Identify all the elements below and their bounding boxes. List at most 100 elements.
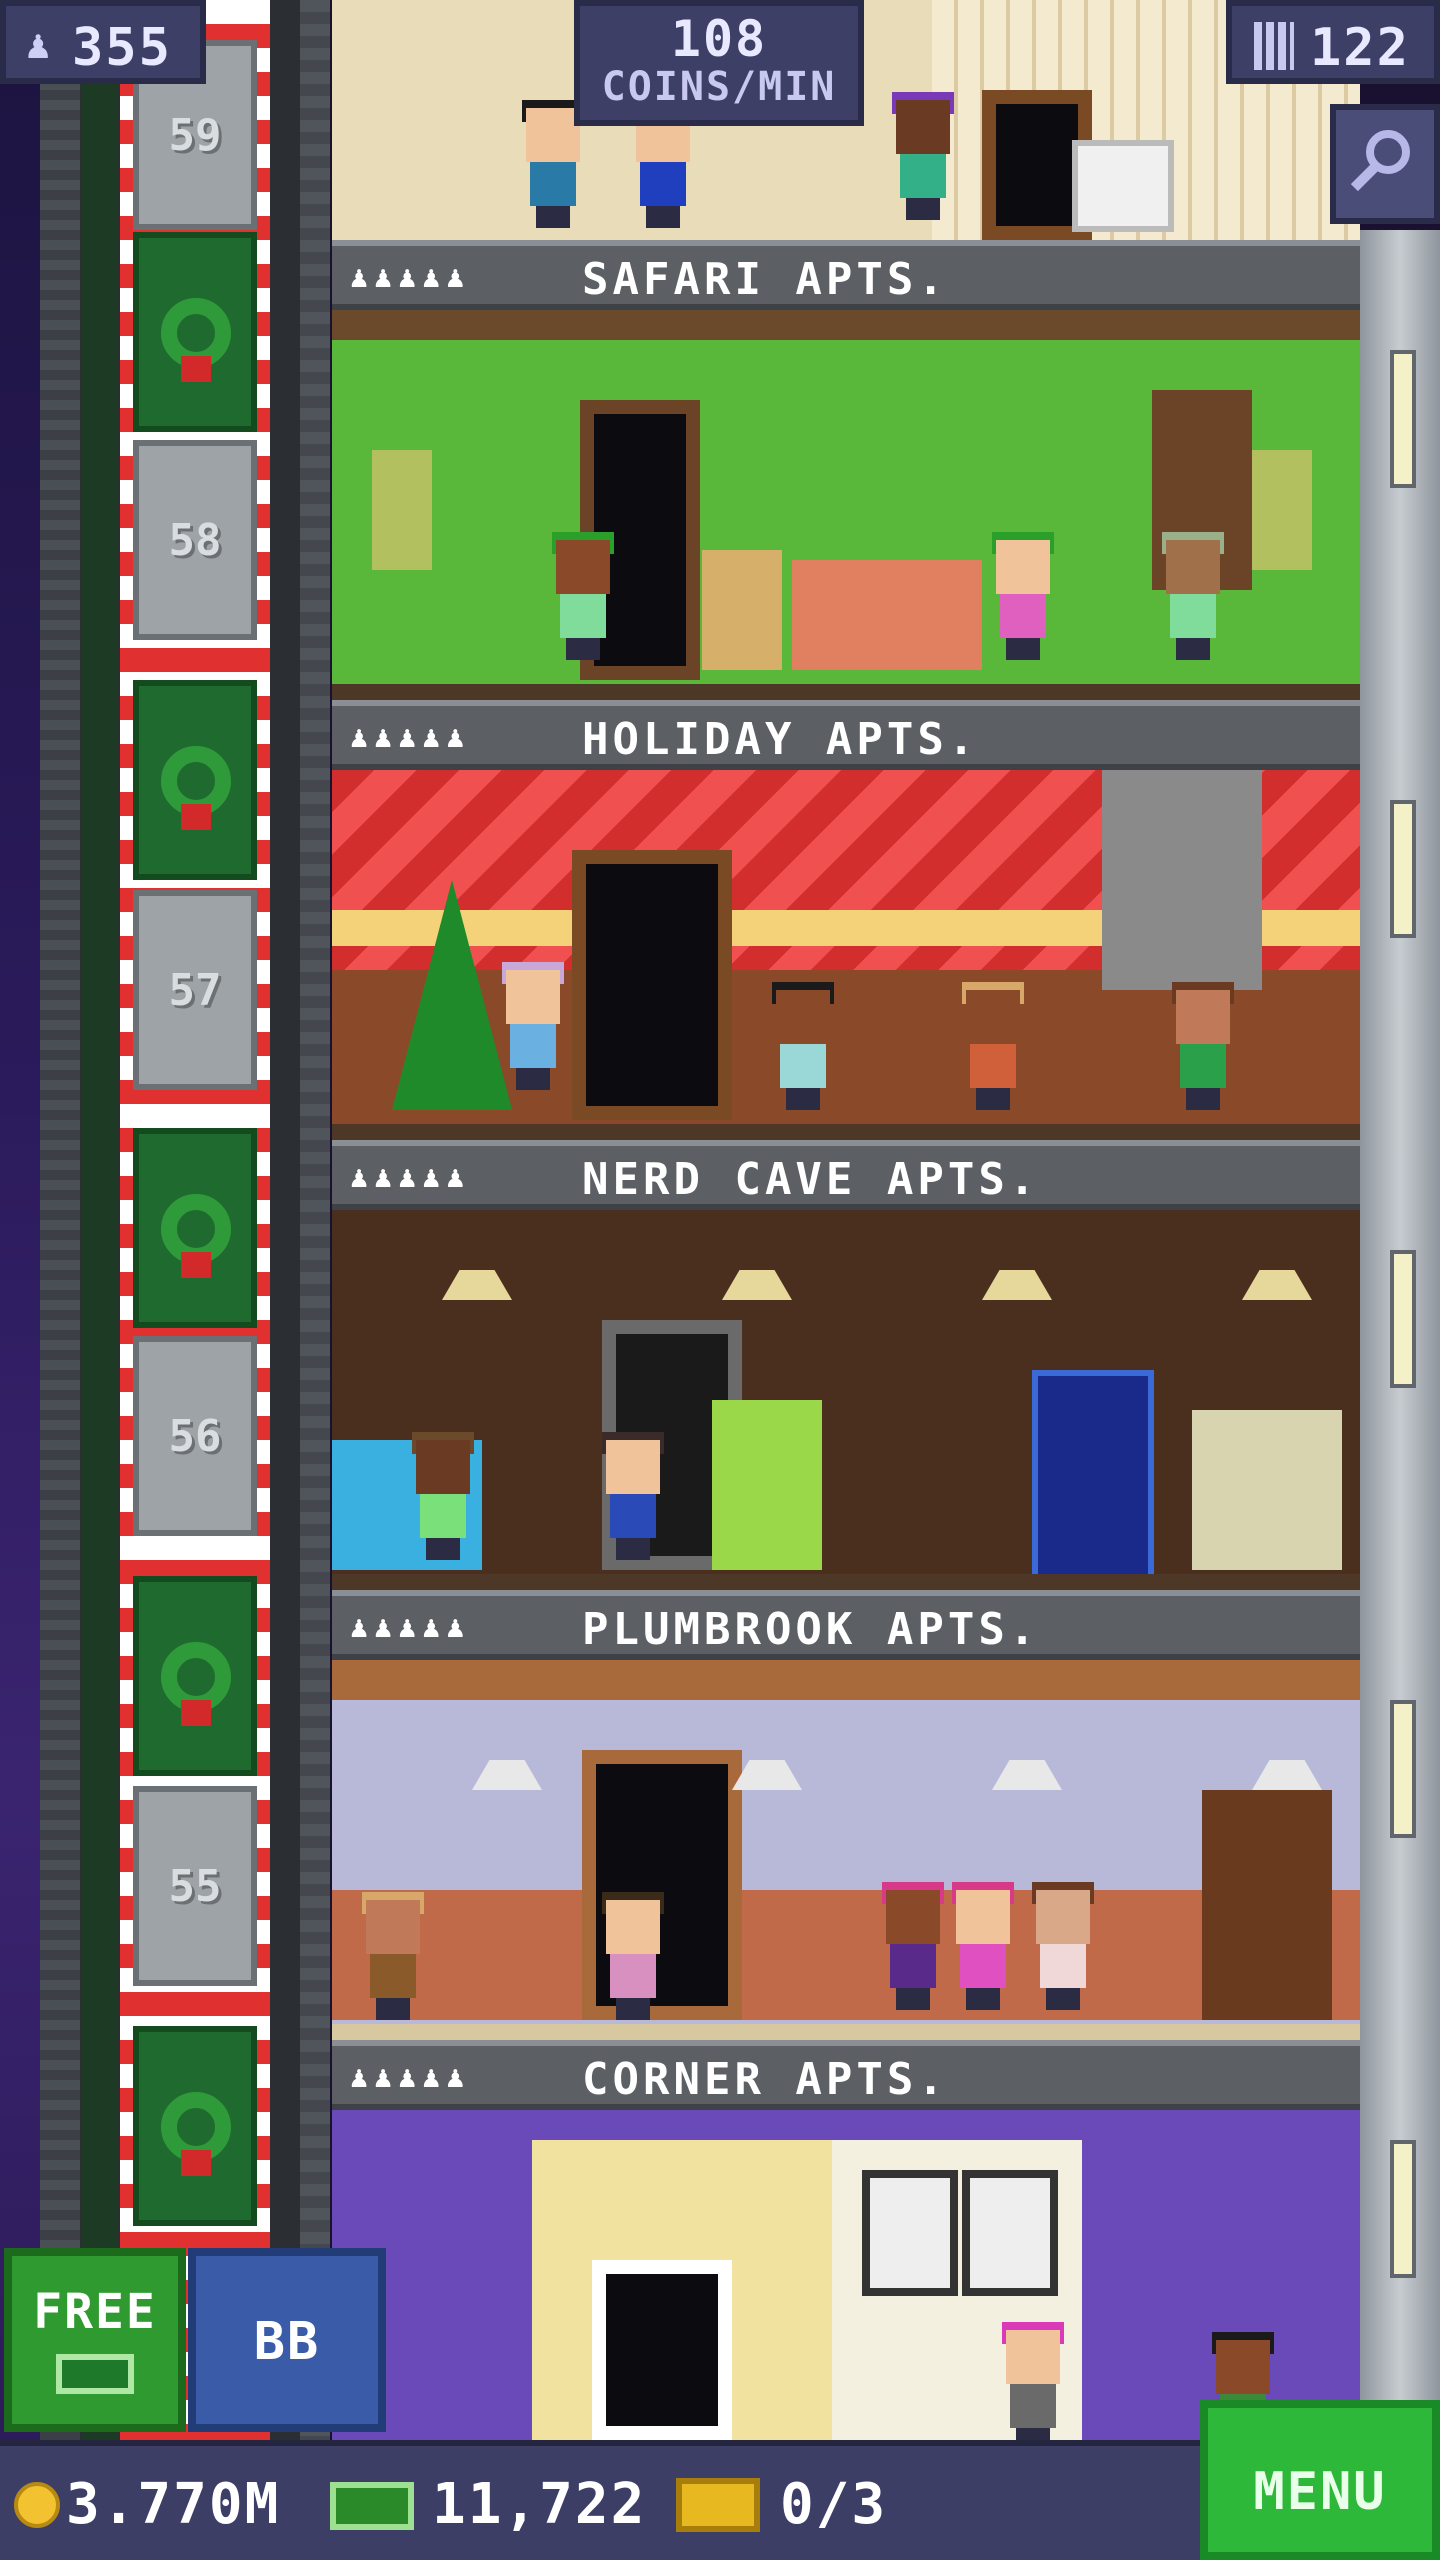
door [592, 2260, 732, 2440]
bb-label: BB [253, 2312, 321, 2372]
resident[interactable] [892, 92, 954, 220]
picture-frame [962, 2170, 1058, 2296]
person-icon: ♟ [26, 22, 53, 68]
bookshelf [1072, 140, 1174, 232]
floor-count-value: 122 [1310, 18, 1410, 78]
ceiling-lamp [732, 1760, 802, 1790]
ceiling-lamp [1242, 1270, 1312, 1300]
population-counter[interactable]: ♟ 355 [0, 0, 206, 84]
bow-icon [181, 2150, 211, 2176]
elevator-floor-56[interactable]: 56 [133, 1336, 257, 1536]
pillar-window [1390, 1700, 1416, 1838]
plant [372, 450, 432, 570]
bow-icon [181, 356, 211, 382]
menu-label: MENU [1253, 2462, 1387, 2522]
door [572, 850, 732, 1120]
floor-room-safari[interactable] [332, 310, 1360, 700]
resident[interactable] [882, 1882, 944, 2010]
zoom-icon-handle [1350, 162, 1380, 192]
ceiling-lamp [442, 1270, 512, 1300]
resident[interactable] [602, 1892, 664, 2020]
arcade-cabinet [1032, 1370, 1154, 1582]
floor-name: CORNER APTS. [582, 2054, 948, 2105]
resident[interactable] [1162, 532, 1224, 660]
resident[interactable] [362, 1892, 424, 2020]
giraffe [702, 550, 782, 670]
floor-number: 59 [168, 109, 222, 161]
picture-frame [862, 2170, 958, 2296]
bow-icon [181, 804, 211, 830]
resident[interactable] [602, 1432, 664, 1560]
elevator-wreath-panel [133, 680, 257, 880]
shaft-rail-left [40, 0, 80, 2440]
resident[interactable] [992, 532, 1054, 660]
floor-label-safari[interactable]: ♟♟♟♟♟ SAFARI APTS. [332, 240, 1360, 310]
ceiling-lamp [982, 1270, 1052, 1300]
resident[interactable] [1032, 1882, 1094, 2010]
resident[interactable] [522, 100, 584, 228]
floor-room-holiday[interactable] [332, 770, 1360, 1140]
coin-rate-value: 108 [670, 10, 768, 68]
building-icon [1254, 22, 1294, 70]
elevator-floor-58[interactable]: 58 [133, 440, 257, 640]
floor-number: 57 [168, 964, 222, 1016]
coin-rate-display[interactable]: 108 COINS/MIN [574, 0, 864, 126]
pillar-window [1390, 2140, 1416, 2278]
pillar-window [1390, 350, 1416, 488]
plant [1252, 450, 1312, 570]
resident[interactable] [1172, 982, 1234, 1110]
resident[interactable] [632, 100, 694, 228]
floor-name: HOLIDAY APTS. [582, 714, 979, 765]
ceiling-lamp [1252, 1760, 1322, 1790]
residents-indicator: ♟♟♟♟♟ [350, 2060, 471, 2095]
resident[interactable] [502, 962, 564, 1090]
zoom-button[interactable] [1330, 104, 1440, 224]
coins-value: 3.770M [66, 2472, 281, 2537]
resident[interactable] [552, 532, 614, 660]
menu-button[interactable]: MENU [1200, 2400, 1440, 2560]
population-value: 355 [72, 18, 172, 78]
resident[interactable] [962, 982, 1024, 1110]
elevator-wreath-panel [133, 1576, 257, 1776]
floor-name: NERD CAVE APTS. [582, 1154, 1040, 1205]
shaft-inner [82, 0, 118, 2440]
coin-rate-unit: COINS/MIN [601, 64, 837, 110]
bookshelf [1202, 1790, 1332, 2020]
elevator-floor-57[interactable]: 57 [133, 890, 257, 1090]
floor-number: 55 [168, 1860, 222, 1912]
floor-number: 58 [168, 514, 222, 566]
elevator-floor-55[interactable]: 55 [133, 1786, 257, 1986]
bitbook-button[interactable]: BB [188, 2248, 386, 2432]
residents-indicator: ♟♟♟♟♟ [350, 720, 471, 755]
bux-value: 11,722 [432, 2472, 647, 2537]
floor-label-plumbrook[interactable]: ♟♟♟♟♟ PLUMBROOK APTS. [332, 1590, 1360, 1660]
elevator-wreath-panel [133, 2026, 257, 2226]
free-label: FREE [33, 2284, 157, 2340]
free-bux-button[interactable]: FREE [4, 2248, 186, 2432]
floor-room-plumbrook[interactable] [332, 1660, 1360, 2040]
resident[interactable] [1002, 2322, 1064, 2440]
floor-label-holiday[interactable]: ♟♟♟♟♟ HOLIDAY APTS. [332, 700, 1360, 770]
ceiling-lamp [472, 1760, 542, 1790]
ticket-icon [676, 2478, 760, 2532]
pillar-window [1390, 1250, 1416, 1388]
floor-label-nerd-cave[interactable]: ♟♟♟♟♟ NERD CAVE APTS. [332, 1140, 1360, 1210]
ceiling-lamp [722, 1270, 792, 1300]
dinosaur-costume [712, 1400, 822, 1570]
fireplace [1102, 770, 1262, 990]
ceiling-lamp [992, 1760, 1062, 1790]
resident[interactable] [412, 1432, 474, 1560]
residents-indicator: ♟♟♟♟♟ [350, 1610, 471, 1645]
bow-icon [181, 1252, 211, 1278]
elevator-wreath-panel [133, 232, 257, 432]
floor-room-nerd-cave[interactable] [332, 1210, 1360, 1590]
elevator-wreath-panel [133, 1128, 257, 1328]
resident[interactable] [952, 1882, 1014, 2010]
floor-label-corner[interactable]: ♟♟♟♟♟ CORNER APTS. [332, 2040, 1360, 2110]
computer-desk [1192, 1410, 1342, 1570]
bux-icon [56, 2354, 134, 2394]
floor-room-corner[interactable] [332, 2110, 1360, 2440]
floor-counter[interactable]: 122 [1226, 0, 1440, 84]
resident[interactable] [772, 982, 834, 1110]
bux-icon [330, 2482, 414, 2530]
